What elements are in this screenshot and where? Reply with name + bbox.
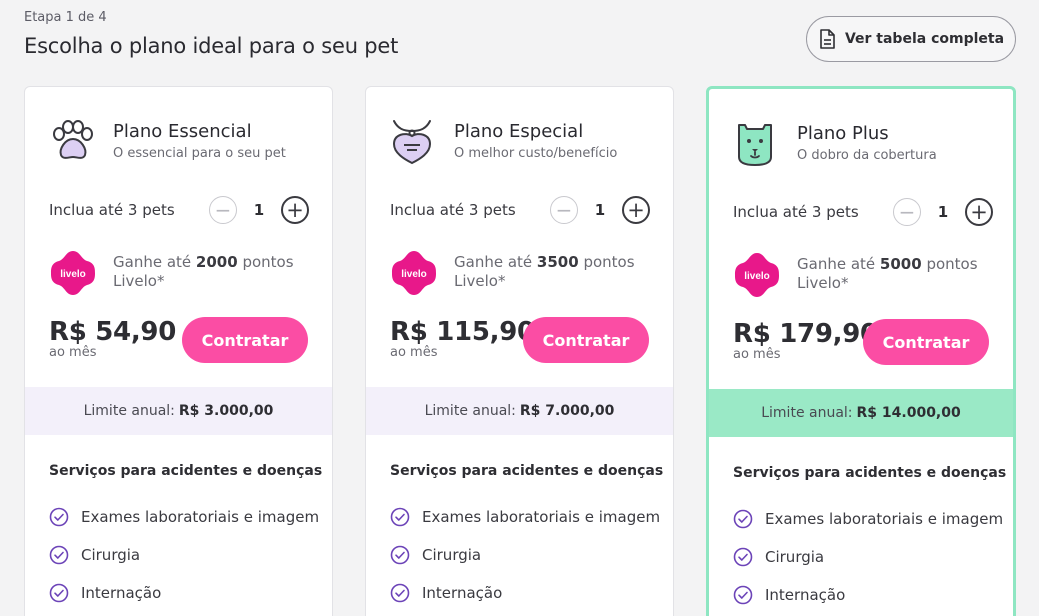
livelo-logo: livelo bbox=[735, 253, 779, 297]
plan-card-especial: Plano Especial O melhor custo/benefício … bbox=[365, 86, 674, 616]
plan-card-plus: Plano Plus O dobro da cobertura Inclua a… bbox=[706, 86, 1016, 616]
points-text: Ganhe até 5000 pontos Livelo* bbox=[797, 255, 978, 292]
plan-header: Plano Essencial O essencial para o seu p… bbox=[47, 117, 286, 165]
pets-selector: Inclua até 3 pets − 1 + bbox=[49, 195, 309, 225]
price-value: R$ 115,90 bbox=[390, 317, 535, 347]
service-item: Exames laboratoriais e imagem bbox=[49, 507, 319, 527]
service-item: Exames laboratoriais e imagem bbox=[733, 509, 1003, 529]
check-circle-icon bbox=[733, 585, 753, 605]
service-item: Cirurgia bbox=[733, 547, 824, 567]
annual-limit: Limite anual: R$ 3.000,00 bbox=[25, 387, 332, 435]
check-circle-icon bbox=[390, 583, 410, 603]
quantity-stepper: − 1 + bbox=[893, 198, 993, 226]
plan-name: Plano Essencial bbox=[113, 121, 252, 142]
services-title: Serviços para acidentes e doenças bbox=[49, 463, 323, 479]
pets-label: Inclua até 3 pets bbox=[49, 201, 175, 219]
plan-subtitle: O melhor custo/benefício bbox=[454, 146, 618, 161]
price-period: ao mês bbox=[733, 347, 781, 362]
service-item: Cirurgia bbox=[49, 545, 140, 565]
livelo-logo-text: livelo bbox=[744, 271, 770, 282]
paw-icon bbox=[53, 120, 93, 159]
plan-header: Plano Especial O melhor custo/benefício bbox=[388, 117, 617, 165]
quantity-stepper: − 1 + bbox=[550, 196, 650, 224]
annual-limit: Limite anual: R$ 7.000,00 bbox=[366, 387, 673, 435]
check-circle-icon bbox=[49, 583, 69, 603]
decrement-button[interactable]: − bbox=[209, 196, 237, 224]
check-circle-icon bbox=[733, 547, 753, 567]
points-value: 5000 bbox=[879, 255, 922, 273]
plan-name: Plano Plus bbox=[797, 123, 889, 144]
quantity-value: 1 bbox=[594, 201, 606, 219]
pets-label: Inclua até 3 pets bbox=[390, 201, 516, 219]
livelo-logo-text: livelo bbox=[60, 269, 86, 280]
livelo-points: livelo Ganhe até 5000 pontos Livelo* bbox=[733, 251, 997, 299]
plan-subtitle: O essencial para o seu pet bbox=[113, 146, 286, 161]
dog-face-icon bbox=[738, 124, 772, 166]
plan-subtitle: O dobro da cobertura bbox=[797, 148, 937, 163]
plan-name: Plano Especial bbox=[454, 121, 584, 142]
livelo-points: livelo Ganhe até 3500 pontos Livelo* bbox=[390, 249, 654, 297]
service-item: Internação bbox=[49, 583, 161, 603]
services-title: Serviços para acidentes e doenças bbox=[390, 463, 664, 479]
service-item: Internação bbox=[733, 585, 845, 605]
points-text: Ganhe até 2000 pontos Livelo* bbox=[113, 253, 294, 290]
plan-card-essencial: Plano Essencial O essencial para o seu p… bbox=[24, 86, 333, 616]
livelo-points: livelo Ganhe até 2000 pontos Livelo* bbox=[49, 249, 313, 297]
service-item: Exames laboratoriais e imagem bbox=[390, 507, 660, 527]
quantity-value: 1 bbox=[253, 201, 265, 219]
pets-selector: Inclua até 3 pets − 1 + bbox=[733, 197, 993, 227]
decrement-button[interactable]: − bbox=[550, 196, 578, 224]
price-value: R$ 54,90 bbox=[49, 317, 177, 347]
price-block: R$ 115,90 ao mês bbox=[390, 317, 535, 360]
plan-header: Plano Plus O dobro da cobertura bbox=[731, 119, 937, 167]
points-value: 3500 bbox=[536, 253, 579, 271]
pets-selector: Inclua até 3 pets − 1 + bbox=[390, 195, 650, 225]
annual-limit: Limite anual: R$ 14.000,00 bbox=[709, 389, 1013, 437]
full-table-label: Ver tabela completa bbox=[844, 31, 1005, 47]
annual-limit-value: R$ 3.000,00 bbox=[178, 403, 274, 419]
step-indicator: Etapa 1 de 4 bbox=[24, 10, 107, 25]
page-title: Escolha o plano ideal para o seu pet bbox=[24, 34, 399, 58]
price-period: ao mês bbox=[390, 345, 438, 360]
service-item: Internação bbox=[390, 583, 502, 603]
price-period: ao mês bbox=[49, 345, 97, 360]
price-block: R$ 54,90 ao mês bbox=[49, 317, 176, 360]
livelo-logo: livelo bbox=[51, 251, 95, 295]
decrement-button[interactable]: − bbox=[893, 198, 921, 226]
price-block: R$ 179,90 ao mês bbox=[733, 319, 878, 362]
check-circle-icon bbox=[733, 509, 753, 529]
annual-limit-value: R$ 7.000,00 bbox=[519, 403, 615, 419]
increment-button[interactable]: + bbox=[281, 196, 309, 224]
services-title: Serviços para acidentes e doenças bbox=[733, 465, 1007, 481]
check-circle-icon bbox=[49, 507, 69, 527]
points-value: 2000 bbox=[195, 253, 238, 271]
contratar-button[interactable]: Contratar bbox=[863, 319, 989, 365]
pets-label: Inclua até 3 pets bbox=[733, 203, 859, 221]
quantity-stepper: − 1 + bbox=[209, 196, 309, 224]
check-circle-icon bbox=[49, 545, 69, 565]
price-value: R$ 179,90 bbox=[733, 319, 878, 349]
service-item: Cirurgia bbox=[390, 545, 481, 565]
quantity-value: 1 bbox=[937, 203, 949, 221]
points-text: Ganhe até 3500 pontos Livelo* bbox=[454, 253, 635, 290]
livelo-logo-text: livelo bbox=[401, 269, 427, 280]
document-icon bbox=[820, 29, 835, 49]
increment-button[interactable]: + bbox=[622, 196, 650, 224]
full-table-button[interactable]: Ver tabela completa bbox=[806, 16, 1016, 62]
increment-button[interactable]: + bbox=[965, 198, 993, 226]
livelo-logo: livelo bbox=[392, 251, 436, 295]
check-circle-icon bbox=[390, 545, 410, 565]
pet-tag-icon bbox=[392, 120, 432, 165]
annual-limit-value: R$ 14.000,00 bbox=[856, 405, 961, 421]
check-circle-icon bbox=[390, 507, 410, 527]
contratar-button[interactable]: Contratar bbox=[182, 317, 308, 363]
contratar-button[interactable]: Contratar bbox=[523, 317, 649, 363]
